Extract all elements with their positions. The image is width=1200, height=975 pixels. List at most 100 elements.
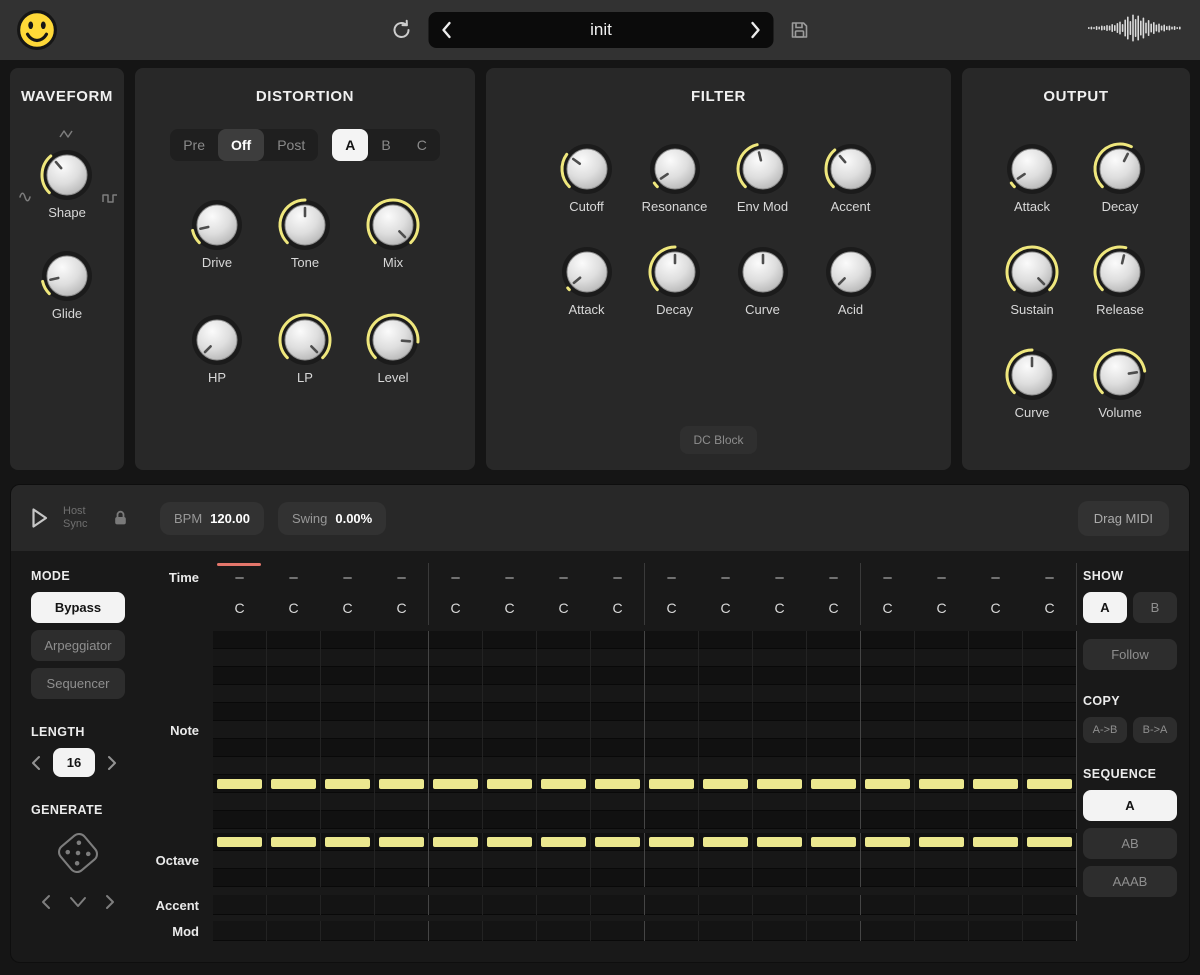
length-increment-icon[interactable] [107, 755, 117, 771]
filter-curve-dial[interactable] [731, 242, 795, 302]
time-step-9[interactable]: – [645, 563, 699, 591]
note-cell-r2-s10[interactable] [699, 667, 753, 685]
note-cell-r5-s12[interactable] [807, 721, 861, 739]
octave-cell-r1-s2[interactable] [267, 851, 321, 869]
note-bar[interactable] [973, 779, 1018, 789]
note-cell-r7-s9[interactable] [645, 757, 699, 775]
octave-cell-r1-s13[interactable] [861, 851, 915, 869]
note-cell-r10-s1[interactable] [213, 811, 267, 829]
note-cell-r10-s2[interactable] [267, 811, 321, 829]
note-cell-r3-s6[interactable] [483, 685, 537, 703]
note-cell-r1-s2[interactable] [267, 649, 321, 667]
note-cell-r10-s14[interactable] [915, 811, 969, 829]
octave-bar[interactable] [1027, 837, 1072, 847]
note-cell-r6-s12[interactable] [807, 739, 861, 757]
note-cell-r10-s12[interactable] [807, 811, 861, 829]
note-bar[interactable] [325, 779, 370, 789]
octave-cell-r2-s5[interactable] [429, 869, 483, 887]
note-cell-r6-s3[interactable] [321, 739, 375, 757]
show-b-button[interactable]: B [1133, 592, 1177, 623]
time-step-13[interactable]: – [861, 563, 915, 591]
note-cell-r8-s3[interactable] [321, 775, 375, 793]
note-cell-r9-s6[interactable] [483, 793, 537, 811]
note-cell-r8-s10[interactable] [699, 775, 753, 793]
save-icon[interactable] [790, 20, 810, 40]
note-cell-r4-s5[interactable] [429, 703, 483, 721]
accent-cell-14[interactable] [915, 895, 969, 915]
note-bar[interactable] [811, 779, 856, 789]
note-cell-r2-s7[interactable] [537, 667, 591, 685]
accent-cell-11[interactable] [753, 895, 807, 915]
mod-cell-7[interactable] [537, 921, 591, 941]
octave-cell-r0-s7[interactable] [537, 833, 591, 851]
mod-cell-6[interactable] [483, 921, 537, 941]
copy-b-a-button[interactable]: B->A [1133, 717, 1177, 743]
time-step-16[interactable]: – [1023, 563, 1077, 591]
octave-cell-r2-s13[interactable] [861, 869, 915, 887]
octave-cell-r2-s14[interactable] [915, 869, 969, 887]
note-cell-r9-s15[interactable] [969, 793, 1023, 811]
time-step-11[interactable]: – [753, 563, 807, 591]
note-cell-r5-s4[interactable] [375, 721, 429, 739]
distortion-slot-seg-c-button[interactable]: C [404, 129, 440, 161]
drag-midi-button[interactable]: Drag MIDI [1077, 500, 1169, 536]
accent-cell-5[interactable] [429, 895, 483, 915]
accent-cell-8[interactable] [591, 895, 645, 915]
note-cell-r8-s4[interactable] [375, 775, 429, 793]
note-bar[interactable] [1027, 779, 1072, 789]
octave-cell-r2-s12[interactable] [807, 869, 861, 887]
note-cell-r2-s6[interactable] [483, 667, 537, 685]
accent-cell-6[interactable] [483, 895, 537, 915]
note-cell-r6-s14[interactable] [915, 739, 969, 757]
octave-bar[interactable] [919, 837, 964, 847]
note-cell-r0-s1[interactable] [213, 631, 267, 649]
note-cell-r6-s5[interactable] [429, 739, 483, 757]
filter-cutoff-dial[interactable] [555, 139, 619, 199]
note-cell-r7-s14[interactable] [915, 757, 969, 775]
note-cell-r7-s2[interactable] [267, 757, 321, 775]
octave-cell-r1-s10[interactable] [699, 851, 753, 869]
octave-cell-r2-s11[interactable] [753, 869, 807, 887]
note-cell-r2-s9[interactable] [645, 667, 699, 685]
output-curve-dial[interactable] [1000, 345, 1064, 405]
note-cell-r0-s13[interactable] [861, 631, 915, 649]
octave-cell-r2-s6[interactable] [483, 869, 537, 887]
octave-cell-r2-s9[interactable] [645, 869, 699, 887]
note-bar[interactable] [595, 779, 640, 789]
mod-cell-9[interactable] [645, 921, 699, 941]
note-cell-r5-s2[interactable] [267, 721, 321, 739]
note-cell-r5-s11[interactable] [753, 721, 807, 739]
octave-cell-r0-s14[interactable] [915, 833, 969, 851]
note-cell-r8-s7[interactable] [537, 775, 591, 793]
note-cell-r2-s8[interactable] [591, 667, 645, 685]
octave-bar[interactable] [865, 837, 910, 847]
note-cell-r0-s8[interactable] [591, 631, 645, 649]
note-cell-r1-s9[interactable] [645, 649, 699, 667]
octave-cell-r0-s5[interactable] [429, 833, 483, 851]
follow-button[interactable]: Follow [1083, 639, 1177, 670]
mode-bypass-button[interactable]: Bypass [31, 592, 125, 623]
note-cell-r0-s3[interactable] [321, 631, 375, 649]
distortion-lp-dial[interactable] [273, 310, 337, 370]
time-step-8[interactable]: – [591, 563, 645, 591]
length-value[interactable]: 16 [53, 748, 95, 777]
note-cell-r7-s11[interactable] [753, 757, 807, 775]
note-cell-r2-s5[interactable] [429, 667, 483, 685]
length-decrement-icon[interactable] [31, 755, 41, 771]
output-attack-dial[interactable] [1000, 139, 1064, 199]
note-cell-r9-s10[interactable] [699, 793, 753, 811]
waveform-glide-dial[interactable] [35, 246, 99, 306]
note-cell-r2-s15[interactable] [969, 667, 1023, 685]
note-cell-r0-s10[interactable] [699, 631, 753, 649]
distortion-hp-dial[interactable] [185, 310, 249, 370]
note-bar[interactable] [379, 779, 424, 789]
sequence-aaab-button[interactable]: AAAB [1083, 866, 1177, 897]
note-name-5[interactable]: C [429, 591, 483, 625]
note-cell-r7-s12[interactable] [807, 757, 861, 775]
note-bar[interactable] [217, 779, 262, 789]
note-cell-r6-s9[interactable] [645, 739, 699, 757]
generate-apply-icon[interactable] [69, 896, 87, 908]
note-cell-r3-s9[interactable] [645, 685, 699, 703]
note-cell-r4-s3[interactable] [321, 703, 375, 721]
note-bar[interactable] [487, 779, 532, 789]
